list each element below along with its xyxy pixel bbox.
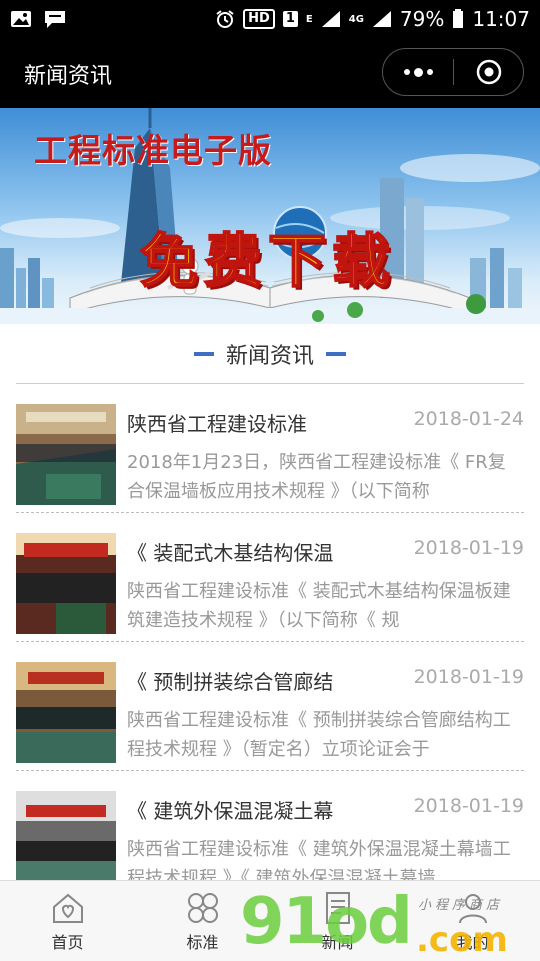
header-dash-right (326, 351, 346, 356)
section-title: 新闻资讯 (225, 343, 314, 369)
news-date: 2018-01-24 (413, 408, 524, 430)
tab-label: 标准 (186, 933, 219, 952)
news-item[interactable]: 《 预制拼装综合管廊结 2018-01-19 陕西省工程建设标准《 预制拼装综合… (16, 642, 524, 771)
news-headline: 《 装配式木基结构保温 (127, 541, 334, 565)
tab-label: 新闻 (321, 933, 354, 952)
tab-label: 首页 (51, 933, 84, 952)
message-notification-icon (44, 9, 66, 29)
user-icon (458, 894, 487, 924)
more-dot (403, 69, 410, 75)
status-bar: HD 1 E 4G 79% 11:07 (0, 0, 540, 38)
sim-badge: 1 (282, 11, 298, 27)
news-thumbnail (16, 404, 116, 505)
hd-badge: HD (243, 9, 275, 29)
target-close-icon (476, 59, 501, 85)
close-button[interactable] (454, 59, 523, 85)
news-summary: 陕西省工程建设标准《 预制拼装综合管廊结构工程技术规程 》（暂定名）立项论证会于 (127, 710, 511, 760)
home-icon (52, 893, 83, 923)
news-list: 陕西省工程建设标准 2018-01-24 2018年1月23日，陕西省工程建设标… (16, 384, 524, 900)
mini-program-capsule (382, 48, 524, 96)
grid-icon (187, 893, 218, 923)
news-summary: 2018年1月23日，陕西省工程建设标准《 FR复合保温墙板应用技术规程 》（以… (127, 452, 506, 502)
news-date: 2018-01-19 (413, 666, 524, 688)
battery-icon (452, 9, 464, 29)
news-thumbnail (16, 533, 116, 634)
more-dot (426, 69, 433, 75)
news-thumbnail (16, 791, 116, 892)
network-4g-label: 4G (348, 13, 364, 25)
banner-title: 工程标准电子版 (34, 131, 272, 170)
news-thumbnail (16, 662, 116, 763)
news-headline: 《 预制拼装综合管廊结 (127, 670, 334, 694)
news-date: 2018-01-19 (413, 537, 524, 559)
news-headline: 陕西省工程建设标准 (127, 412, 307, 436)
tab-label: 我的 (456, 933, 489, 952)
header-dash-left (193, 351, 214, 356)
tab-home[interactable]: 首页 (0, 881, 135, 961)
promo-banner[interactable]: 工程标准电子版 免费下载 (0, 108, 540, 324)
tab-standards[interactable]: 标准 (135, 881, 270, 961)
signal-icon (372, 10, 392, 28)
news-date: 2018-01-19 (413, 795, 524, 817)
news-icon (325, 892, 350, 924)
image-notification-icon (10, 10, 32, 28)
more-button[interactable] (383, 67, 453, 77)
network-e-label: E (305, 13, 313, 25)
tab-news[interactable]: 新闻 (270, 881, 405, 961)
news-summary: 陕西省工程建设标准《 装配式木基结构保温板建筑建造技术规程 》（以下简称《 规 (127, 581, 511, 631)
tab-bar: 首页 标准 新闻 我的 (0, 880, 540, 961)
tab-mine[interactable]: 我的 (405, 881, 540, 961)
signal-icon (321, 10, 341, 28)
news-item[interactable]: 《 装配式木基结构保温 2018-01-19 陕西省工程建设标准《 装配式木基结… (16, 513, 524, 642)
news-item[interactable]: 陕西省工程建设标准 2018-01-24 2018年1月23日，陕西省工程建设标… (16, 384, 524, 513)
alarm-icon (215, 9, 235, 29)
banner-cta: 免费下载 (139, 226, 397, 296)
nav-bar: 新闻资讯 (0, 38, 540, 108)
more-dot (413, 67, 423, 77)
battery-percent: 79% (399, 7, 445, 31)
section-header: 新闻资讯 (16, 324, 524, 384)
page-title: 新闻资讯 (24, 64, 113, 89)
clock: 11:07 (472, 7, 530, 31)
news-headline: 《 建筑外保温混凝土幕 (127, 799, 334, 823)
